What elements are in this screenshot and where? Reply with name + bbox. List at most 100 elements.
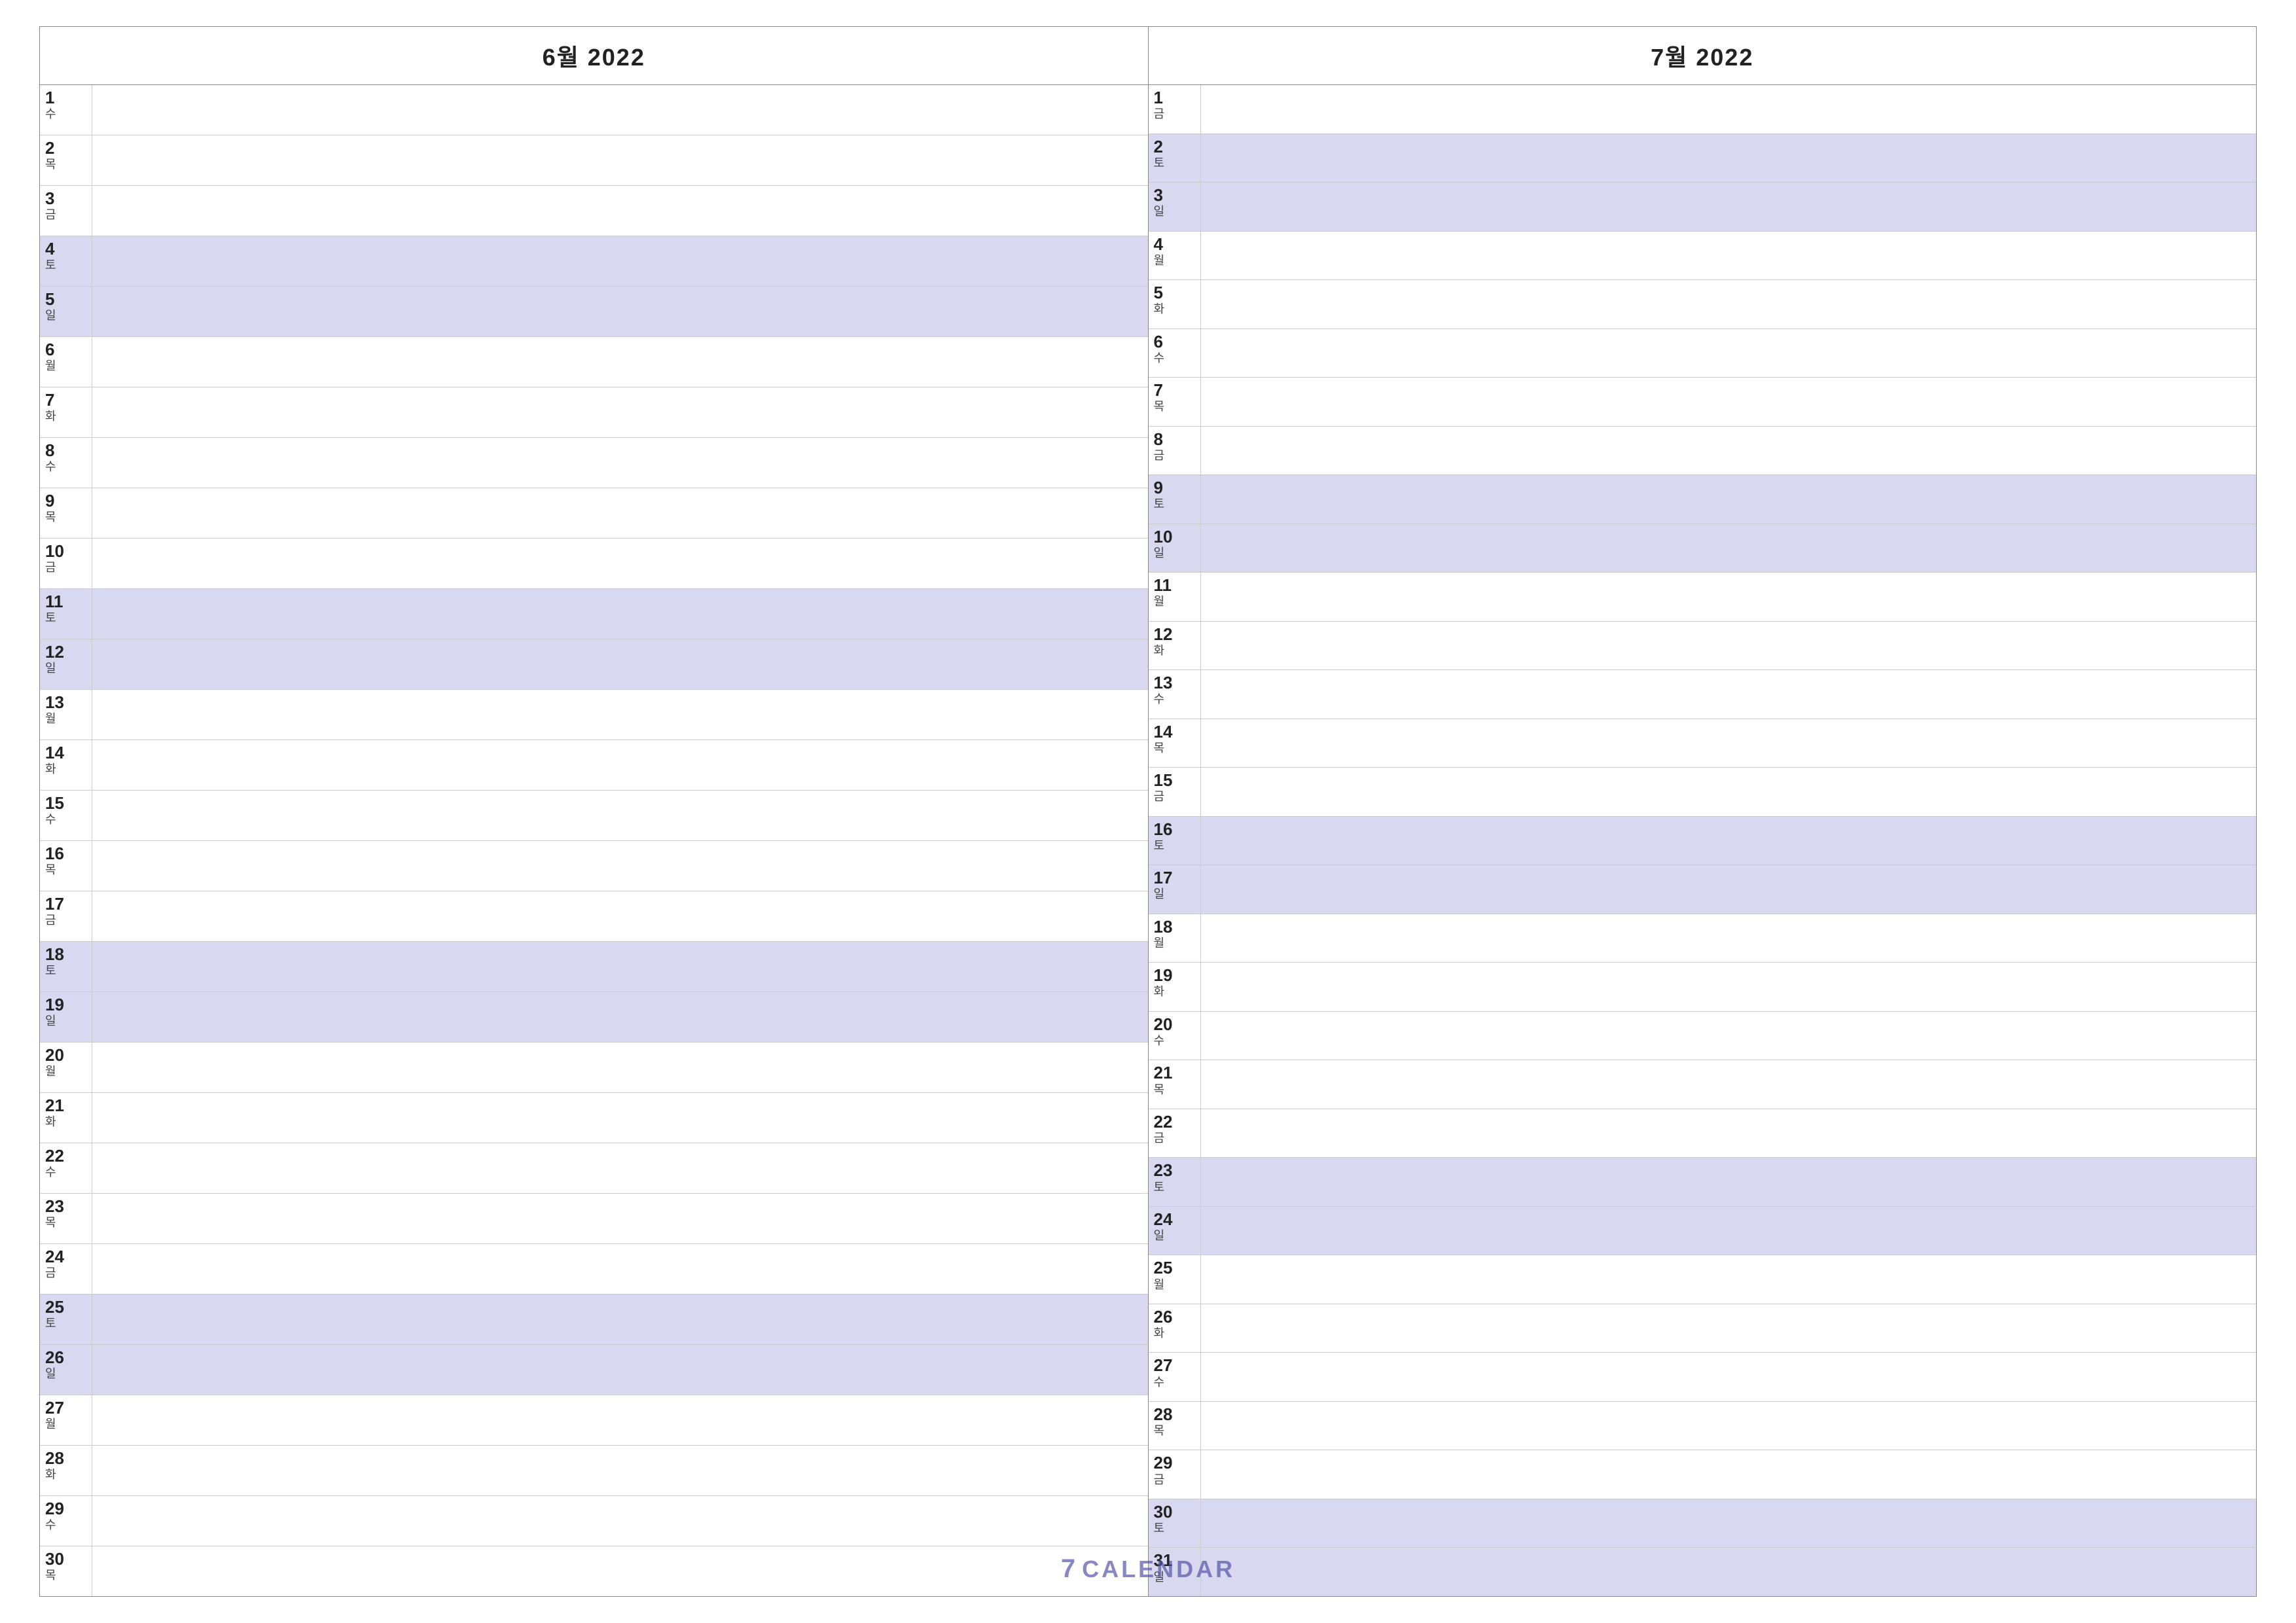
day-number: 17 bbox=[45, 894, 86, 914]
day-name: 월 bbox=[45, 1065, 86, 1079]
day-content bbox=[1201, 1158, 2257, 1206]
day-number: 20 bbox=[1154, 1014, 1195, 1035]
day-number-col: 5일 bbox=[40, 287, 92, 336]
day-content bbox=[1201, 232, 2257, 280]
day-name: 화 bbox=[45, 763, 86, 776]
day-row: 28화 bbox=[40, 1446, 1148, 1496]
day-number: 27 bbox=[1154, 1355, 1195, 1376]
day-number: 11 bbox=[1154, 575, 1195, 596]
day-number: 16 bbox=[1154, 819, 1195, 840]
day-row: 6수 bbox=[1149, 329, 2257, 378]
day-row: 3금 bbox=[40, 186, 1148, 236]
day-name: 일 bbox=[45, 1015, 86, 1028]
day-row: 13수 bbox=[1149, 670, 2257, 719]
day-number-col: 2토 bbox=[1149, 134, 1201, 183]
day-content bbox=[92, 186, 1148, 236]
day-number-col: 12일 bbox=[40, 639, 92, 689]
day-number: 2 bbox=[1154, 137, 1195, 157]
day-content bbox=[92, 488, 1148, 538]
day-row: 13월 bbox=[40, 690, 1148, 740]
day-number: 29 bbox=[45, 1499, 86, 1519]
day-row: 12일 bbox=[40, 639, 1148, 690]
day-row: 16목 bbox=[40, 841, 1148, 891]
day-content bbox=[1201, 329, 2257, 378]
day-number: 12 bbox=[1154, 624, 1195, 645]
day-number: 24 bbox=[45, 1247, 86, 1267]
day-number: 21 bbox=[45, 1096, 86, 1116]
day-row: 30목 bbox=[40, 1546, 1148, 1596]
day-content bbox=[92, 1093, 1148, 1143]
day-row: 4월 bbox=[1149, 232, 2257, 281]
day-row: 23목 bbox=[40, 1194, 1148, 1244]
day-content bbox=[1201, 1304, 2257, 1353]
day-row: 19일 bbox=[40, 992, 1148, 1043]
day-content bbox=[1201, 768, 2257, 816]
day-number-col: 8수 bbox=[40, 438, 92, 488]
day-name: 토 bbox=[1154, 498, 1195, 511]
day-content bbox=[92, 1294, 1148, 1344]
day-row: 28목 bbox=[1149, 1402, 2257, 1451]
day-name: 수 bbox=[45, 813, 86, 827]
day-number: 25 bbox=[45, 1297, 86, 1317]
day-number: 7 bbox=[1154, 380, 1195, 401]
day-content bbox=[1201, 1109, 2257, 1158]
day-name: 토 bbox=[1154, 840, 1195, 853]
day-name: 화 bbox=[1154, 1327, 1195, 1340]
day-name: 일 bbox=[1154, 547, 1195, 560]
day-content bbox=[1201, 1548, 2257, 1596]
day-name: 월 bbox=[1154, 255, 1195, 268]
day-row: 7목 bbox=[1149, 378, 2257, 427]
day-name: 화 bbox=[1154, 986, 1195, 999]
day-row: 14목 bbox=[1149, 719, 2257, 768]
day-content bbox=[92, 942, 1148, 991]
day-row: 4토 bbox=[40, 236, 1148, 287]
day-name: 월 bbox=[1154, 596, 1195, 609]
day-number: 28 bbox=[45, 1448, 86, 1469]
day-row: 17금 bbox=[40, 891, 1148, 942]
day-number-col: 21목 bbox=[1149, 1060, 1201, 1109]
day-number-col: 7화 bbox=[40, 387, 92, 437]
day-number: 12 bbox=[45, 642, 86, 662]
day-number-col: 9토 bbox=[1149, 475, 1201, 524]
day-name: 일 bbox=[45, 662, 86, 675]
day-number: 27 bbox=[45, 1398, 86, 1418]
day-content bbox=[92, 690, 1148, 740]
day-name: 화 bbox=[1154, 645, 1195, 658]
day-number: 15 bbox=[1154, 770, 1195, 791]
day-name: 일 bbox=[1154, 888, 1195, 901]
day-content bbox=[1201, 865, 2257, 914]
day-content bbox=[1201, 475, 2257, 524]
day-row: 29금 bbox=[1149, 1450, 2257, 1499]
day-number: 19 bbox=[45, 995, 86, 1015]
day-content bbox=[92, 1244, 1148, 1294]
day-row: 5화 bbox=[1149, 280, 2257, 329]
day-name: 토 bbox=[1154, 1181, 1195, 1194]
day-number: 26 bbox=[45, 1347, 86, 1368]
day-number-col: 25월 bbox=[1149, 1255, 1201, 1304]
day-row: 23토 bbox=[1149, 1158, 2257, 1207]
day-number: 1 bbox=[45, 88, 86, 108]
day-name: 목 bbox=[45, 158, 86, 171]
day-name: 금 bbox=[45, 914, 86, 927]
day-content bbox=[92, 236, 1148, 286]
day-name: 월 bbox=[1154, 937, 1195, 950]
day-row: 25토 bbox=[40, 1294, 1148, 1345]
day-row: 1금 bbox=[1149, 85, 2257, 134]
day-row: 8금 bbox=[1149, 427, 2257, 476]
day-content bbox=[1201, 524, 2257, 573]
day-content bbox=[92, 841, 1148, 891]
day-content bbox=[1201, 1450, 2257, 1499]
day-row: 20월 bbox=[40, 1043, 1148, 1093]
day-number: 4 bbox=[45, 239, 86, 259]
day-number-col: 23토 bbox=[1149, 1158, 1201, 1206]
day-content bbox=[1201, 378, 2257, 426]
day-name: 토 bbox=[45, 259, 86, 272]
day-content bbox=[92, 1345, 1148, 1395]
day-number-col: 17일 bbox=[1149, 865, 1201, 914]
day-number: 5 bbox=[1154, 283, 1195, 303]
day-number: 14 bbox=[1154, 722, 1195, 742]
day-row: 18월 bbox=[1149, 914, 2257, 963]
day-content bbox=[1201, 622, 2257, 670]
watermark-icon: 7 bbox=[1061, 1554, 1075, 1584]
day-name: 수 bbox=[45, 108, 86, 121]
